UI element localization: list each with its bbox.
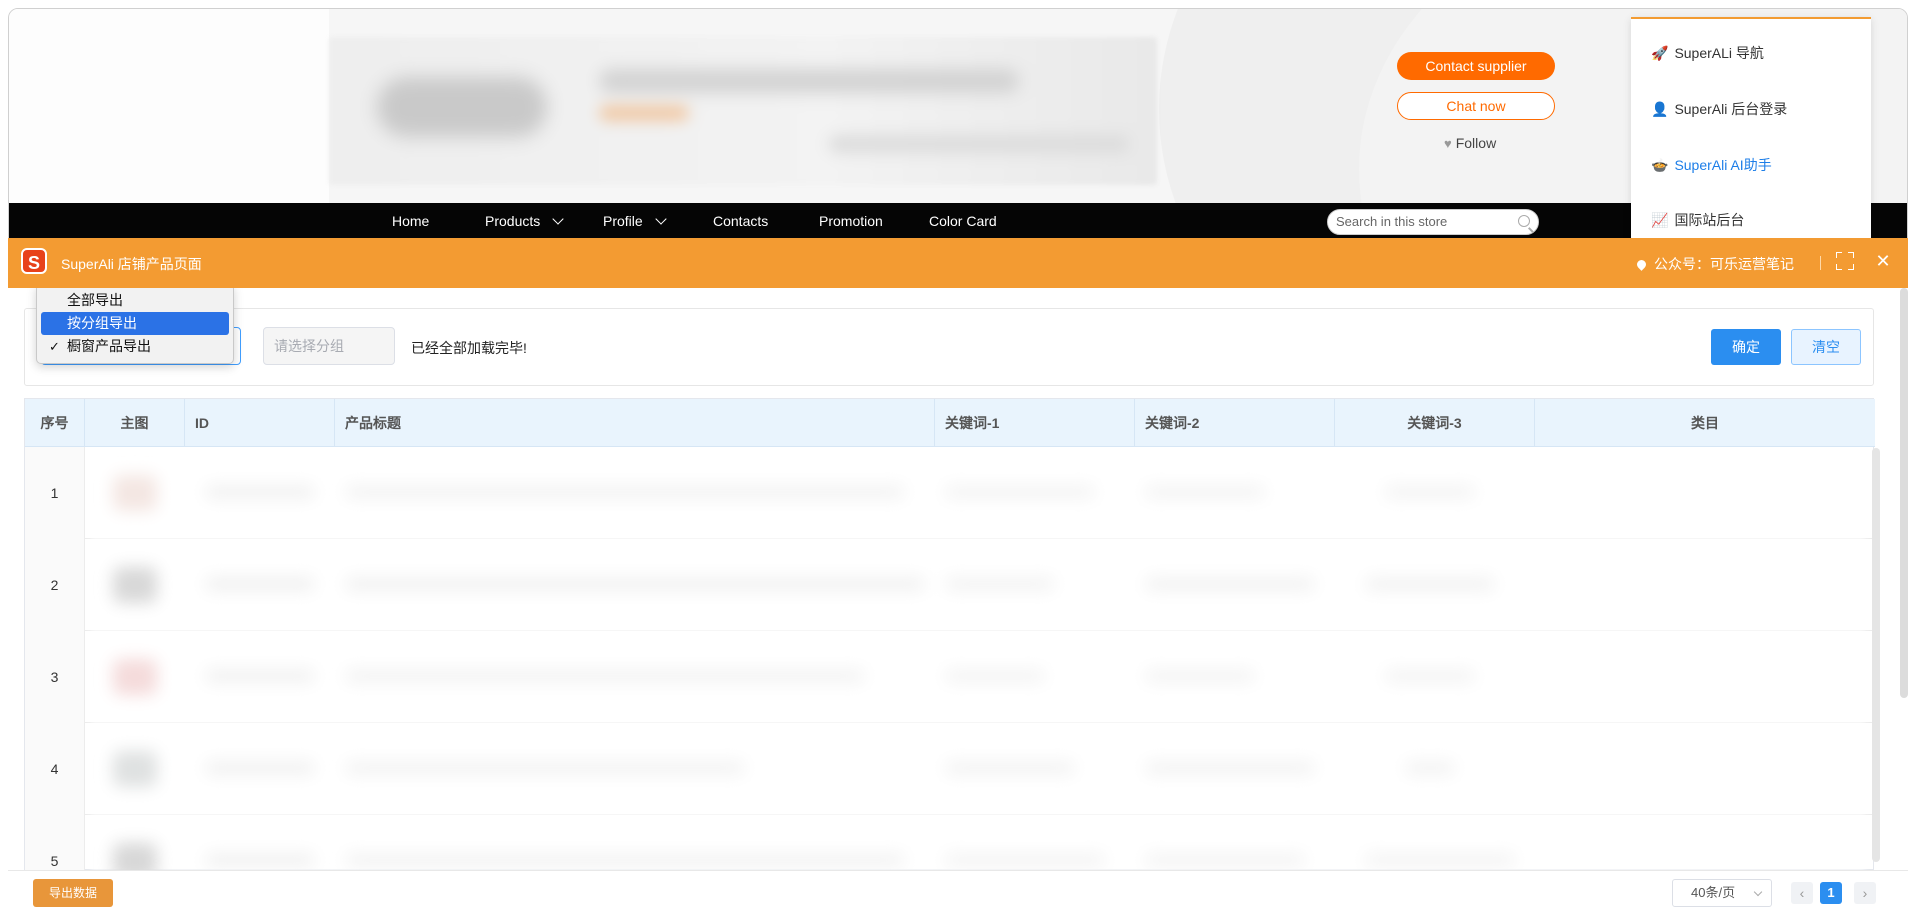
side-item-backend-login[interactable]: 👤 SuperAli 后台登录	[1651, 99, 1787, 119]
page-size-value: 40条/页	[1691, 885, 1736, 900]
plugin-title: SuperAli 店铺产品页面	[61, 256, 202, 272]
prev-page-button[interactable]: ‹	[1791, 882, 1813, 904]
nav-products[interactable]: Products	[485, 203, 564, 239]
store-info-blurred	[829, 135, 1129, 153]
nav-color-card-label: Color Card	[929, 213, 997, 229]
side-item-label: SuperALi 导航	[1674, 45, 1764, 61]
col-header-index[interactable]: 序号	[25, 399, 85, 447]
export-mode-dropdown: 全部导出 按分组导出 ✓ 橱窗产品导出	[36, 288, 234, 364]
option-label: 橱窗产品导出	[67, 338, 151, 354]
clear-button[interactable]: 清空	[1791, 329, 1861, 365]
wechat-label: 公众号：可乐运营笔记	[1654, 256, 1794, 272]
col-header-title[interactable]: 产品标题	[335, 399, 935, 447]
search-icon[interactable]	[1518, 215, 1530, 227]
user-icon: 👤	[1651, 100, 1669, 117]
chevron-down-icon	[552, 213, 564, 225]
side-item-label: SuperAli AI助手	[1674, 157, 1772, 173]
table-header: 序号 主图 ID 产品标题 关键词-1 关键词-2 关键词-3 类目	[25, 399, 1875, 447]
side-item-label: 国际站后台	[1674, 212, 1745, 228]
table-scrollbar[interactable]	[1872, 448, 1880, 862]
nav-promotion[interactable]: Promotion	[819, 203, 883, 239]
group-select[interactable]: 请选择分组	[263, 327, 395, 365]
row-index: 4	[25, 723, 85, 815]
next-page-button[interactable]: ›	[1854, 882, 1876, 904]
export-data-button[interactable]: 导出数据	[33, 879, 113, 907]
store-header: Contact supplier Chat now ♥ Follow	[9, 9, 1907, 203]
follow-button[interactable]: ♥ Follow	[1444, 135, 1496, 151]
chevron-down-icon	[655, 213, 667, 225]
export-toolbar: 请选择分组 已经全部加载完毕! 确定 清空	[24, 308, 1874, 386]
fullscreen-icon[interactable]	[1836, 252, 1854, 270]
checkmark-icon: ✓	[49, 339, 60, 354]
heart-icon: ♥	[1444, 135, 1452, 151]
superali-logo: S	[21, 248, 47, 274]
row-index: 3	[25, 631, 85, 723]
store-nav: Home Products Profile Contacts Promotion…	[9, 203, 1907, 239]
col-header-category[interactable]: 类目	[1535, 399, 1875, 447]
contact-supplier-button[interactable]: Contact supplier	[1397, 52, 1555, 80]
page-scrollbar[interactable]	[1900, 288, 1908, 698]
side-item-label: SuperAli 后台登录	[1674, 101, 1788, 117]
close-icon[interactable]: ✕	[1874, 252, 1892, 270]
chat-now-button[interactable]: Chat now	[1397, 92, 1555, 120]
follow-label: Follow	[1455, 135, 1497, 151]
header-left-panel	[9, 9, 329, 203]
superali-side-panel: 🚀 SuperALi 导航 👤 SuperAli 后台登录 🍲 SuperAli…	[1631, 17, 1871, 247]
col-header-keyword-1[interactable]: 关键词-1	[935, 399, 1135, 447]
confirm-button[interactable]: 确定	[1711, 329, 1781, 365]
load-status-text: 已经全部加载完毕!	[411, 340, 527, 356]
store-name-blurred	[599, 69, 1019, 93]
nav-promotion-label: Promotion	[819, 213, 883, 229]
table-fade-overlay	[91, 453, 1865, 870]
col-header-keyword-2[interactable]: 关键词-2	[1135, 399, 1335, 447]
divider	[1820, 256, 1821, 270]
store-banner	[329, 37, 1157, 185]
nav-profile[interactable]: Profile	[603, 203, 667, 239]
nav-profile-label: Profile	[603, 213, 643, 229]
location-pin-icon	[1635, 257, 1648, 271]
current-page-button[interactable]: 1	[1820, 882, 1842, 904]
option-export-showcase[interactable]: ✓ 橱窗产品导出	[41, 335, 229, 358]
page-size-select[interactable]: 40条/页	[1672, 879, 1772, 907]
side-item-navigation[interactable]: 🚀 SuperALi 导航	[1651, 43, 1764, 63]
row-index: 2	[25, 539, 85, 631]
side-item-intl-backend[interactable]: 📈 国际站后台	[1651, 210, 1744, 230]
nav-home[interactable]: Home	[392, 203, 429, 239]
row-index: 1	[25, 447, 85, 539]
plugin-body: 请选择分组 已经全部加载完毕! 确定 清空 序号 主图 ID 产品标题 关键词-…	[8, 288, 1908, 870]
col-header-image[interactable]: 主图	[85, 399, 185, 447]
option-export-all[interactable]: 全部导出	[41, 289, 229, 312]
nav-color-card[interactable]: Color Card	[929, 203, 997, 239]
store-search-input[interactable]: Search in this store	[1327, 209, 1539, 235]
option-export-by-group[interactable]: 按分组导出	[41, 312, 229, 335]
col-header-keyword-3[interactable]: 关键词-3	[1335, 399, 1535, 447]
store-search-placeholder: Search in this store	[1336, 214, 1448, 229]
wechat-account: 公众号：可乐运营笔记	[1635, 254, 1794, 274]
nav-contacts-label: Contacts	[713, 213, 769, 229]
nav-contacts[interactable]: Contacts	[713, 203, 768, 239]
row-index: 5	[25, 815, 85, 870]
side-item-ai-assistant[interactable]: 🍲 SuperAli AI助手	[1651, 155, 1772, 175]
chart-icon: 📈	[1651, 211, 1669, 228]
store-logo	[377, 77, 547, 137]
nav-products-label: Products	[485, 213, 541, 229]
plugin-title-bar: S SuperAli 店铺产品页面 公众号：可乐运营笔记 ✕	[8, 238, 1908, 288]
store-tag-blurred	[599, 105, 689, 121]
plugin-footer: 导出数据 40条/页 ‹ 1 ›	[8, 870, 1908, 910]
rocket-icon: 🚀	[1651, 44, 1669, 61]
nav-home-label: Home	[392, 213, 430, 229]
products-table: 序号 主图 ID 产品标题 关键词-1 关键词-2 关键词-3 类目 1 2 3…	[24, 398, 1875, 870]
chevron-down-icon	[1753, 887, 1763, 897]
col-header-id[interactable]: ID	[185, 399, 335, 447]
bowl-icon: 🍲	[1651, 156, 1669, 173]
